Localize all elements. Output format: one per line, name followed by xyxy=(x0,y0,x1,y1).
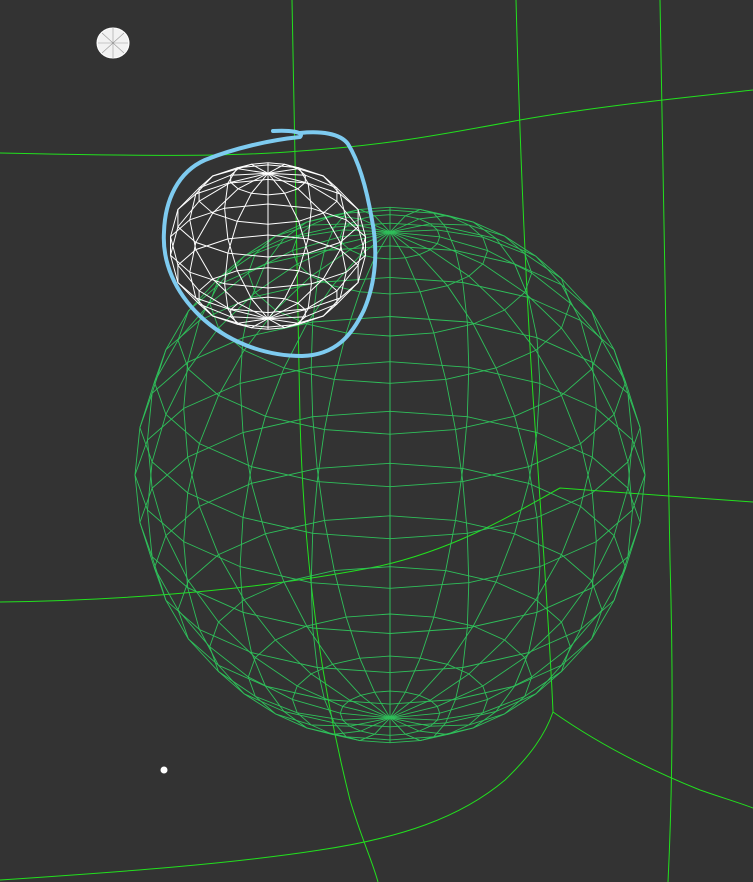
white-dot-icon[interactable] xyxy=(160,766,168,774)
3d-viewport[interactable] xyxy=(0,0,753,882)
small-white-sphere-icon[interactable] xyxy=(96,27,130,59)
scene-canvas[interactable] xyxy=(0,0,753,882)
viewport-background xyxy=(0,0,753,882)
